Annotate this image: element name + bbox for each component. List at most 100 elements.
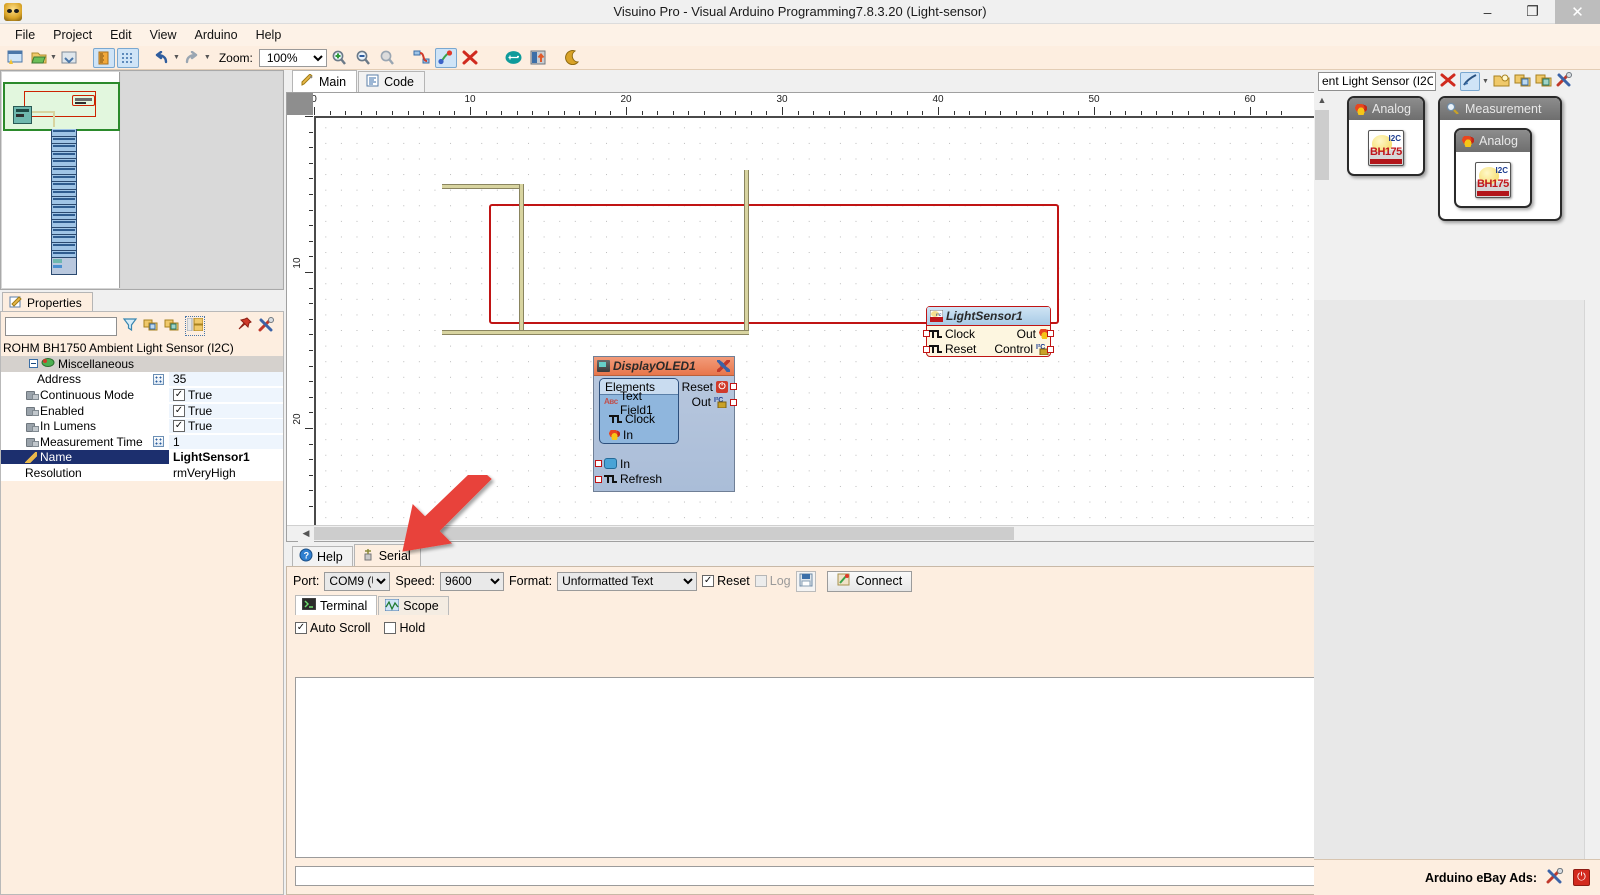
oled-element-text-field1[interactable]: Aʙc Text Field1 bbox=[600, 395, 678, 411]
pin-oled-out[interactable] bbox=[730, 399, 737, 406]
expand-all-icon[interactable] bbox=[143, 317, 159, 335]
pin-oled-refresh[interactable] bbox=[595, 476, 602, 483]
address-ellipsis-button[interactable] bbox=[153, 374, 164, 385]
menu-item-file[interactable]: File bbox=[6, 26, 44, 44]
delete-icon[interactable] bbox=[459, 48, 481, 68]
pin-icon[interactable] bbox=[237, 317, 253, 335]
collapse-all-icon[interactable] bbox=[164, 317, 180, 335]
hold-checkbox-wrap[interactable]: Hold bbox=[384, 621, 425, 635]
zoom-out-icon[interactable] bbox=[353, 48, 375, 68]
filter-icon[interactable] bbox=[122, 317, 138, 335]
tab-code[interactable]: Code bbox=[358, 71, 425, 92]
menu-item-edit[interactable]: Edit bbox=[101, 26, 141, 44]
tab-help[interactable]: ? Help bbox=[292, 546, 353, 566]
reset-checkbox-wrap[interactable]: ✓ Reset bbox=[702, 574, 750, 588]
pin-light-out[interactable] bbox=[1047, 330, 1054, 337]
speed-select[interactable]: 9600 bbox=[440, 572, 504, 591]
save-project-icon[interactable] bbox=[59, 48, 81, 68]
oled-elements-group[interactable]: Elements Aʙc Text Field1 Clock bbox=[599, 378, 679, 444]
save-log-icon[interactable] bbox=[796, 571, 816, 592]
auto-scroll-checkbox-wrap[interactable]: ✓ Auto Scroll bbox=[295, 621, 370, 635]
property-row-in-lumens[interactable]: In Lumens ✓ True bbox=[1, 418, 283, 434]
menu-item-project[interactable]: Project bbox=[44, 26, 101, 44]
property-checkbox-in-lumens[interactable]: ✓ bbox=[173, 420, 185, 432]
properties-filter-input[interactable] bbox=[5, 317, 117, 336]
property-row-resolution[interactable]: Resolution rmVeryHigh bbox=[1, 465, 283, 481]
arduino-icon[interactable] bbox=[503, 48, 525, 68]
filter-arduino-icon[interactable] bbox=[1460, 72, 1480, 91]
tools-icon[interactable] bbox=[1556, 72, 1573, 90]
property-checkbox-enabled[interactable]: ✓ bbox=[173, 405, 185, 417]
pin-oled-reset[interactable] bbox=[730, 383, 737, 390]
tools-icon[interactable] bbox=[258, 317, 275, 335]
auto-scroll-checkbox[interactable]: ✓ bbox=[295, 622, 307, 634]
undo-icon[interactable] bbox=[151, 48, 173, 68]
right-lower-scrollbar[interactable] bbox=[1584, 300, 1600, 859]
show-ruler-icon[interactable] bbox=[93, 48, 115, 68]
node-light-sensor1[interactable]: I²C LightSensor1 Clock Out bbox=[926, 306, 1051, 357]
tools-icon[interactable] bbox=[1546, 868, 1564, 887]
property-row-enabled[interactable]: Enabled ✓ True bbox=[1, 403, 283, 419]
connect-tool-icon[interactable] bbox=[435, 48, 457, 68]
log-checkbox[interactable] bbox=[755, 575, 767, 587]
component-card-measurement[interactable]: Measurement Analog I2C BH175 bbox=[1438, 96, 1562, 221]
send-input[interactable] bbox=[295, 866, 1339, 886]
component-browser-scrollbar[interactable]: ▲ bbox=[1314, 92, 1330, 300]
pin-oled-in-text[interactable] bbox=[595, 460, 602, 467]
categorize-icon[interactable] bbox=[185, 316, 205, 336]
node-display-oled1[interactable]: DisplayOLED1 Elements Aʙc Text Field1 bbox=[593, 356, 735, 492]
reset-checkbox[interactable]: ✓ bbox=[702, 575, 714, 587]
menu-item-arduino[interactable]: Arduino bbox=[185, 26, 246, 44]
component-card-measurement-analog[interactable]: Analog I2C BH175 bbox=[1454, 128, 1532, 208]
zoom-in-icon[interactable] bbox=[329, 48, 351, 68]
property-row-measurement-time[interactable]: Measurement Time 1 bbox=[1, 434, 283, 450]
close-button[interactable]: ✕ bbox=[1555, 0, 1600, 24]
redo-icon[interactable] bbox=[182, 48, 204, 68]
measurement-time-ellipsis-button[interactable] bbox=[153, 436, 164, 447]
properties-group-row[interactable]: Miscellaneous bbox=[1, 356, 283, 372]
format-select[interactable]: Unformatted Text bbox=[557, 572, 697, 591]
component-filter-input[interactable] bbox=[1318, 72, 1436, 91]
port-select[interactable]: COM9 (U bbox=[324, 572, 390, 591]
bh1750-chip-icon[interactable]: I2C BH175 bbox=[1368, 130, 1404, 166]
bh1750-chip-icon[interactable]: I2C BH175 bbox=[1475, 162, 1511, 198]
tab-serial[interactable]: Serial bbox=[354, 544, 421, 566]
open-dropdown-caret[interactable]: ▼ bbox=[50, 54, 57, 61]
power-icon[interactable]: ⏻ bbox=[1573, 869, 1590, 886]
group-expander-icon[interactable] bbox=[29, 359, 38, 368]
zoom-reset-icon[interactable] bbox=[377, 48, 399, 68]
new-project-icon[interactable] bbox=[4, 48, 26, 68]
menu-item-view[interactable]: View bbox=[141, 26, 186, 44]
maximize-button[interactable]: ❐ bbox=[1510, 0, 1555, 24]
upload-icon[interactable] bbox=[527, 48, 549, 68]
dropdown-icon[interactable]: ▼ bbox=[1482, 78, 1489, 85]
tools-icon[interactable] bbox=[717, 360, 730, 372]
show-grid-icon[interactable] bbox=[117, 48, 139, 68]
oled-element-clock[interactable]: Clock bbox=[600, 411, 678, 427]
arrange-icon[interactable] bbox=[411, 48, 433, 68]
component-vscroll-thumb[interactable] bbox=[1315, 110, 1329, 180]
canvas-scroll-left-icon[interactable]: ◀ bbox=[298, 526, 314, 542]
tab-properties[interactable]: Properties bbox=[2, 292, 93, 312]
oled-element-in[interactable]: In bbox=[600, 427, 678, 443]
collapse-icon[interactable] bbox=[1535, 73, 1552, 90]
tab-scope[interactable]: Scope bbox=[378, 596, 448, 615]
property-checkbox-continuous-mode[interactable]: ✓ bbox=[173, 389, 185, 401]
component-scroll-up-icon[interactable]: ▲ bbox=[1314, 92, 1330, 108]
log-checkbox-wrap[interactable]: Log bbox=[755, 574, 791, 588]
connect-button[interactable]: Connect bbox=[827, 571, 913, 592]
minimize-button[interactable]: – bbox=[1465, 0, 1510, 24]
tab-terminal[interactable]: Terminal bbox=[295, 595, 377, 615]
navigator-minimap[interactable] bbox=[0, 70, 284, 290]
component-card-analog[interactable]: Analog I2C BH175 bbox=[1347, 96, 1425, 176]
expand-icon[interactable] bbox=[1514, 73, 1531, 90]
property-row-address[interactable]: Address 35 bbox=[1, 372, 283, 388]
pin-light-control[interactable] bbox=[1047, 346, 1054, 353]
tab-main[interactable]: Main bbox=[292, 70, 357, 92]
new-folder-icon[interactable] bbox=[1493, 73, 1510, 90]
zoom-select[interactable]: 100% bbox=[259, 49, 327, 67]
canvas-hscroll-thumb[interactable] bbox=[314, 527, 1014, 540]
redo-dropdown-caret[interactable]: ▼ bbox=[204, 54, 211, 61]
menu-item-help[interactable]: Help bbox=[247, 26, 291, 44]
night-mode-icon[interactable] bbox=[561, 48, 583, 68]
